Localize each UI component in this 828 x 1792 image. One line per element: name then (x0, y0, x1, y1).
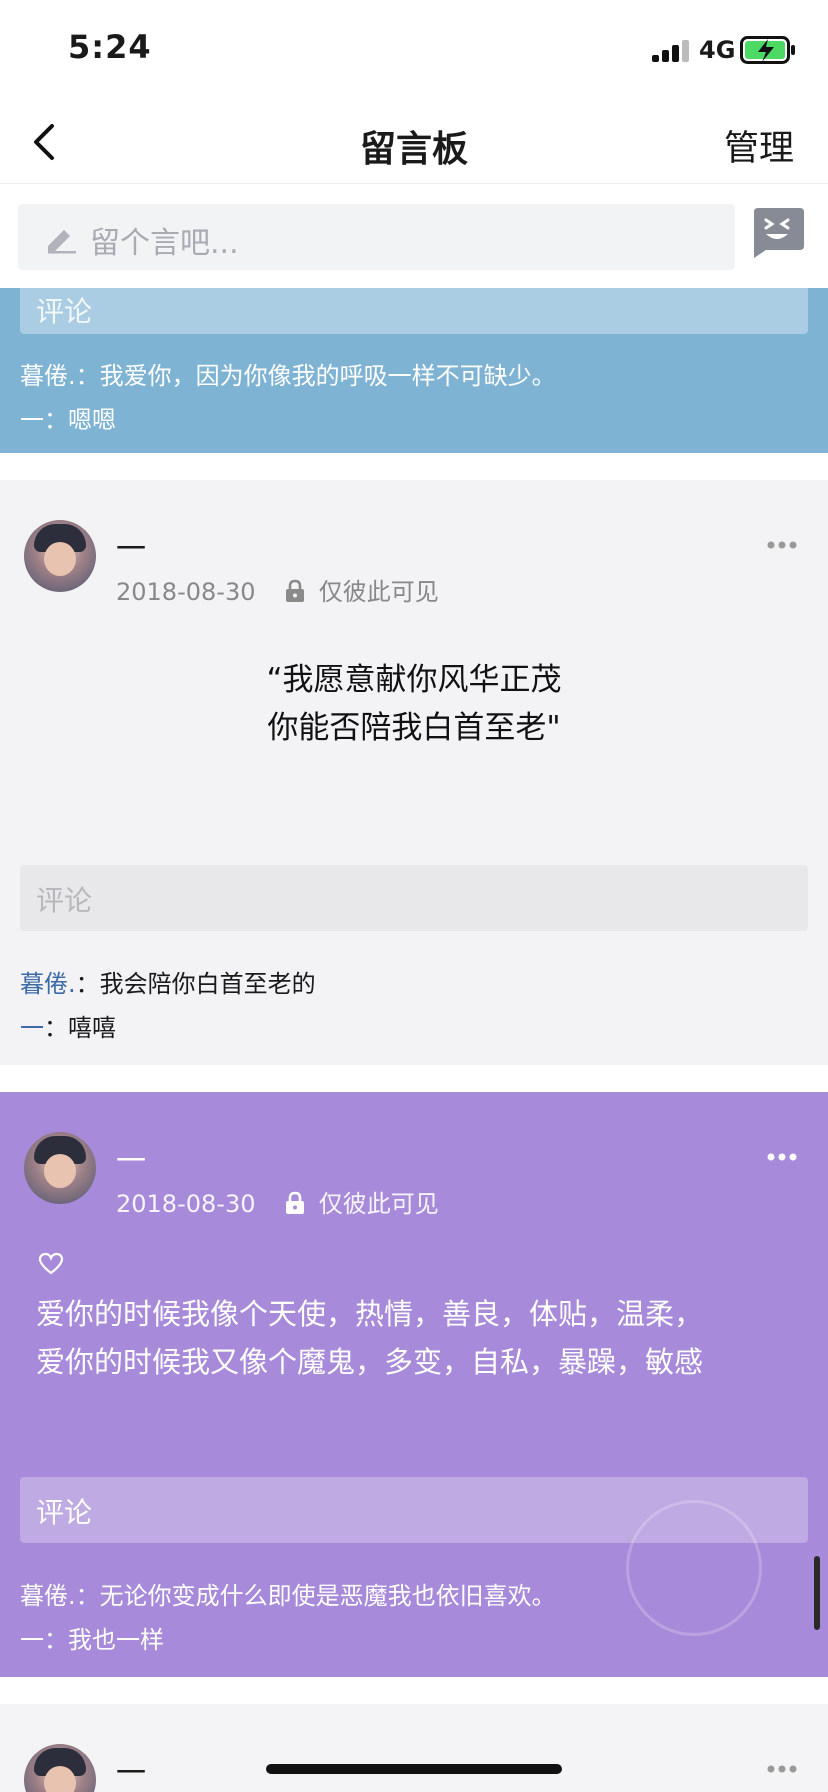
pencil-icon (48, 230, 76, 254)
author-name[interactable]: 一 (116, 524, 146, 568)
post-date: 2018-08-30 (116, 578, 256, 606)
message-card-2: 一 2018-08-30 仅彼此可见 “我愿意献你风华正茂 你能否陪我白首至老"… (0, 480, 828, 1065)
reply-text: ：嗯嗯 (44, 406, 116, 434)
page-title: 留言板 (359, 129, 468, 170)
message-card-1: 评论 暮倦.：我爱你，因为你像我的呼吸一样不可缺少。 一：嗯嗯 (0, 288, 828, 453)
manage-button[interactable]: 管理 (724, 120, 794, 171)
nav-bar: 留言板 管理 (0, 100, 828, 184)
reply-name[interactable]: 暮倦. (20, 362, 76, 390)
reply-text: ：无论你变成什么即使是恶魔我也依旧喜欢。 (75, 1582, 556, 1610)
author-name[interactable]: 一 (116, 1136, 146, 1180)
reply-text: ：我也一样 (44, 1626, 164, 1654)
lock-icon (286, 1191, 305, 1214)
comment-input[interactable]: 评论 (20, 288, 808, 334)
signal-icon (652, 40, 692, 62)
comment-reply: 一：嘻嘻 (20, 1008, 116, 1043)
post-content: “我愿意献你风华正茂 你能否陪我白首至老" (0, 656, 828, 752)
reply-text: ：我会陪你白首至老的 (75, 970, 316, 998)
comment-placeholder: 评论 (36, 884, 93, 917)
post-content-line: 爱你的时候我像个天使，热情，善良，体贴，温柔， (36, 1297, 704, 1331)
more-options-icon[interactable] (766, 540, 798, 550)
post-meta: 2018-08-30 仅彼此可见 (116, 572, 439, 607)
reply-name[interactable]: 一 (20, 406, 44, 434)
message-input[interactable]: 留个言吧... (18, 204, 735, 270)
post-content-line: 你能否陪我白首至老" (267, 710, 561, 746)
comment-placeholder: 评论 (36, 295, 93, 328)
watermark-stamp (626, 1500, 762, 1636)
post-content: 爱你的时候我像个天使，热情，善良，体贴，温柔， 爱你的时候我又像个魔鬼，多变，自… (36, 1290, 798, 1386)
scrollbar[interactable] (814, 1556, 820, 1630)
status-bar: 5:24 4G (0, 0, 828, 100)
avatar[interactable] (24, 1744, 96, 1792)
more-options-icon[interactable] (766, 1152, 798, 1162)
visibility-label: 仅彼此可见 (318, 578, 439, 606)
post-date: 2018-08-30 (116, 1190, 256, 1218)
comment-reply: 一：我也一样 (20, 1620, 164, 1655)
comment-placeholder: 评论 (36, 1496, 93, 1529)
author-name[interactable]: 一 (116, 1748, 146, 1792)
reply-name[interactable]: 暮倦. (20, 1582, 76, 1610)
visibility-label: 仅彼此可见 (318, 1190, 439, 1218)
comment-reply: 暮倦.：无论你变成什么即使是恶魔我也依旧喜欢。 (20, 1576, 556, 1611)
message-card-4: 一 (0, 1704, 828, 1792)
comment-reply: 暮倦.：我会陪你白首至老的 (20, 964, 316, 999)
battery-charging-icon (740, 36, 795, 64)
avatar[interactable] (24, 1132, 96, 1204)
message-placeholder: 留个言吧... (90, 226, 239, 261)
post-content-line: “我愿意献你风华正茂 (266, 662, 562, 698)
reply-text: ：我爱你，因为你像我的呼吸一样不可缺少。 (75, 362, 556, 390)
status-time: 5:24 (68, 28, 152, 66)
post-meta: 2018-08-30 仅彼此可见 (116, 1184, 439, 1219)
reply-name[interactable]: 一 (20, 1626, 44, 1654)
more-options-icon[interactable] (766, 1764, 798, 1774)
reply-name[interactable]: 一 (20, 1014, 44, 1042)
emoji-icon[interactable] (748, 206, 806, 258)
heart-icon (38, 1252, 64, 1275)
home-indicator[interactable] (266, 1764, 562, 1774)
network-label: 4G (699, 36, 736, 64)
comment-reply: 一：嗯嗯 (20, 400, 116, 435)
post-content-line: 爱你的时候我又像个魔鬼，多变，自私，暴躁，敏感 (36, 1345, 704, 1379)
reply-name[interactable]: 暮倦. (20, 970, 76, 998)
comment-input[interactable]: 评论 (20, 865, 808, 931)
reply-text: ：嘻嘻 (44, 1014, 116, 1042)
lock-icon (286, 579, 305, 602)
message-composer: 留个言吧... (0, 184, 828, 288)
comment-reply: 暮倦.：我爱你，因为你像我的呼吸一样不可缺少。 (20, 356, 556, 391)
avatar[interactable] (24, 520, 96, 592)
